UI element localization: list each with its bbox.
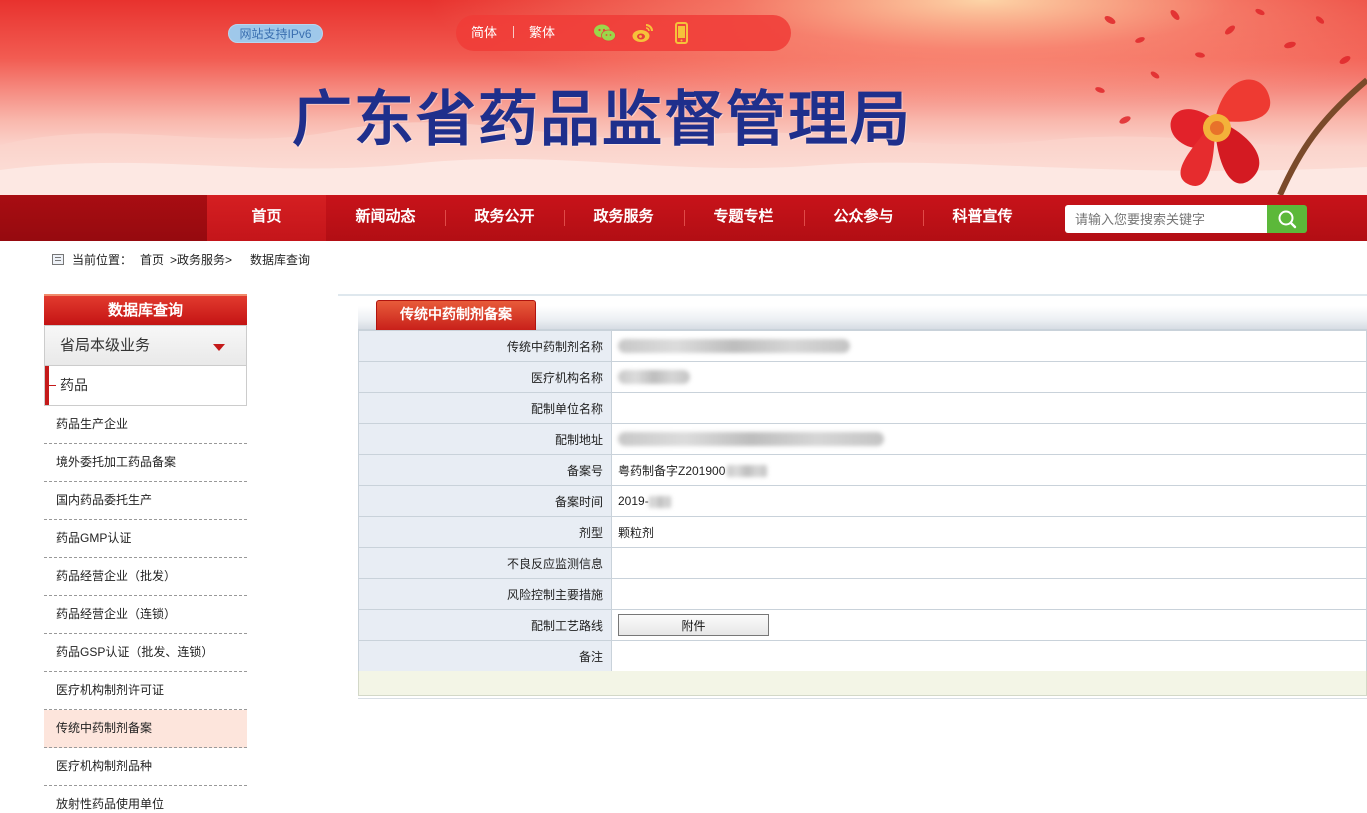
sidebar-item-preparation-license[interactable]: 医疗机构制剂许可证 [44,672,247,710]
divider [513,26,514,38]
field-value-address [611,423,1367,455]
nav-item-news[interactable]: 新闻动态 [326,195,445,241]
sidebar-item-gsp[interactable]: 药品GSP认证（批发、连锁） [44,634,247,672]
business-scope-dropdown[interactable]: 省局本级业务 [44,325,247,366]
search-button[interactable] [1267,205,1307,233]
caret-down-icon [213,344,225,351]
breadcrumb-label: 当前位置： [72,253,133,267]
redacted-value [648,495,671,508]
breadcrumb: 当前位置： 首页 >政务服务> 数据库查询 [52,251,372,269]
search-input[interactable] [1065,205,1268,233]
filing-number-text: 粤药制备字Z201900 [618,463,726,478]
nav-left-band [0,195,207,241]
field-label: 不良反应监测信息 [358,547,612,579]
table-row: 配制工艺路线 附件 [358,609,1367,641]
record-detail-table: 传统中药制剂名称 医疗机构名称 配制单位名称 配制地址 备案号 粤药制备字Z20… [358,330,1367,672]
nav-item-science[interactable]: 科普宣传 [923,195,1042,241]
table-row: 剂型 颗粒剂 [358,516,1367,548]
nav-item-services[interactable]: 政务服务 [564,195,683,241]
field-value-adverse-reaction [611,547,1367,579]
sidebar-item-overseas-processing[interactable]: 境外委托加工药品备案 [44,444,247,482]
panel-top-line [338,294,1367,296]
sidebar-item-gmp[interactable]: 药品GMP认证 [44,520,247,558]
field-value-filing-number: 粤药制备字Z201900 [611,454,1367,486]
field-label: 备案号 [358,454,612,486]
table-row: 医疗机构名称 [358,361,1367,393]
table-row: 风险控制主要措施 [358,578,1367,610]
dropdown-value: 省局本级业务 [60,337,151,354]
field-label: 配制工艺路线 [358,609,612,641]
field-value-risk-control [611,578,1367,610]
redacted-value [618,370,690,385]
table-footer-band [358,671,1367,696]
field-label: 备案时间 [358,485,612,517]
table-row: 传统中药制剂名称 [358,330,1367,362]
nav-item-home[interactable]: 首页 [207,195,326,241]
field-value-unit [611,392,1367,424]
attachment-button[interactable]: 附件 [618,614,769,636]
site-title: 广东省药品监督管理局 [292,85,912,155]
breadcrumb-current: 数据库查询 [250,253,311,267]
wechat-icon[interactable] [593,22,617,44]
header-banner: 网站支持IPv6 简体 繁体 广东省药品监督管理局 [0,0,1367,195]
kapok-flower-decoration [1095,8,1367,195]
field-label: 剂型 [358,516,612,548]
breadcrumb-services-link[interactable]: >政务服务> [170,251,232,269]
tab-tcm-filing[interactable]: 传统中药制剂备案 [376,300,536,330]
sidebar-item-chain[interactable]: 药品经营企业（连锁） [44,596,247,634]
sidebar-list: 药品生产企业 境外委托加工药品备案 国内药品委托生产 药品GMP认证 药品经营企… [44,406,247,813]
sidebar-category-drug[interactable]: 药品 [44,366,247,406]
field-value-institution [611,361,1367,393]
field-value-process-route: 附件 [611,609,1367,641]
field-label: 备注 [358,640,612,672]
field-label: 风险控制主要措施 [358,578,612,610]
category-label: 药品 [60,377,88,393]
field-label: 传统中药制剂名称 [358,330,612,362]
category-tick [49,385,56,386]
location-icon [52,254,64,265]
table-row: 备案时间 2019- [358,485,1367,517]
weibo-icon[interactable] [631,22,655,44]
table-row: 配制单位名称 [358,392,1367,424]
nav-item-public-participation[interactable]: 公众参与 [804,195,923,241]
mobile-icon[interactable] [670,22,694,44]
table-row: 不良反应监测信息 [358,547,1367,579]
breadcrumb-home-link[interactable]: 首页 [140,251,164,269]
sidebar-title: 数据库查询 [44,294,247,325]
field-value-remarks [611,640,1367,672]
table-row: 备案号 粤药制备字Z201900 [358,454,1367,486]
redacted-value [618,339,850,354]
redacted-value [618,432,884,447]
lang-simplified-link[interactable]: 简体 [471,25,497,41]
lang-traditional-link[interactable]: 繁体 [529,25,555,41]
field-label: 配制单位名称 [358,392,612,424]
sidebar-item-tcm-filing[interactable]: 传统中药制剂备案 [44,710,247,748]
sidebar-item-wholesale[interactable]: 药品经营企业（批发） [44,558,247,596]
table-footer-line [358,698,1367,699]
sidebar-item-drug-manufacturers[interactable]: 药品生产企业 [44,406,247,444]
ipv6-badge[interactable]: 网站支持IPv6 [228,24,323,43]
field-value-dosage-form: 颗粒剂 [611,516,1367,548]
filing-date-text: 2019- [618,494,649,508]
search-icon [1278,210,1297,229]
redacted-value [727,465,768,478]
sidebar-item-domestic-contract[interactable]: 国内药品委托生产 [44,482,247,520]
nav-item-topics[interactable]: 专题专栏 [684,195,803,241]
sidebar-item-radioactive[interactable]: 放射性药品使用单位 [44,786,247,813]
field-value-name [611,330,1367,362]
nav-item-government-affairs[interactable]: 政务公开 [445,195,564,241]
field-label: 配制地址 [358,423,612,455]
table-row: 备注 [358,640,1367,672]
main-navigation: 首页 新闻动态 政务公开 政务服务 专题专栏 公众参与 科普宣传 [0,195,1367,241]
top-utility-bar: 简体 繁体 [456,15,791,51]
field-label: 医疗机构名称 [358,361,612,393]
table-row: 配制地址 [358,423,1367,455]
sidebar-item-preparation-varieties[interactable]: 医疗机构制剂品种 [44,748,247,786]
field-value-filing-date: 2019- [611,485,1367,517]
